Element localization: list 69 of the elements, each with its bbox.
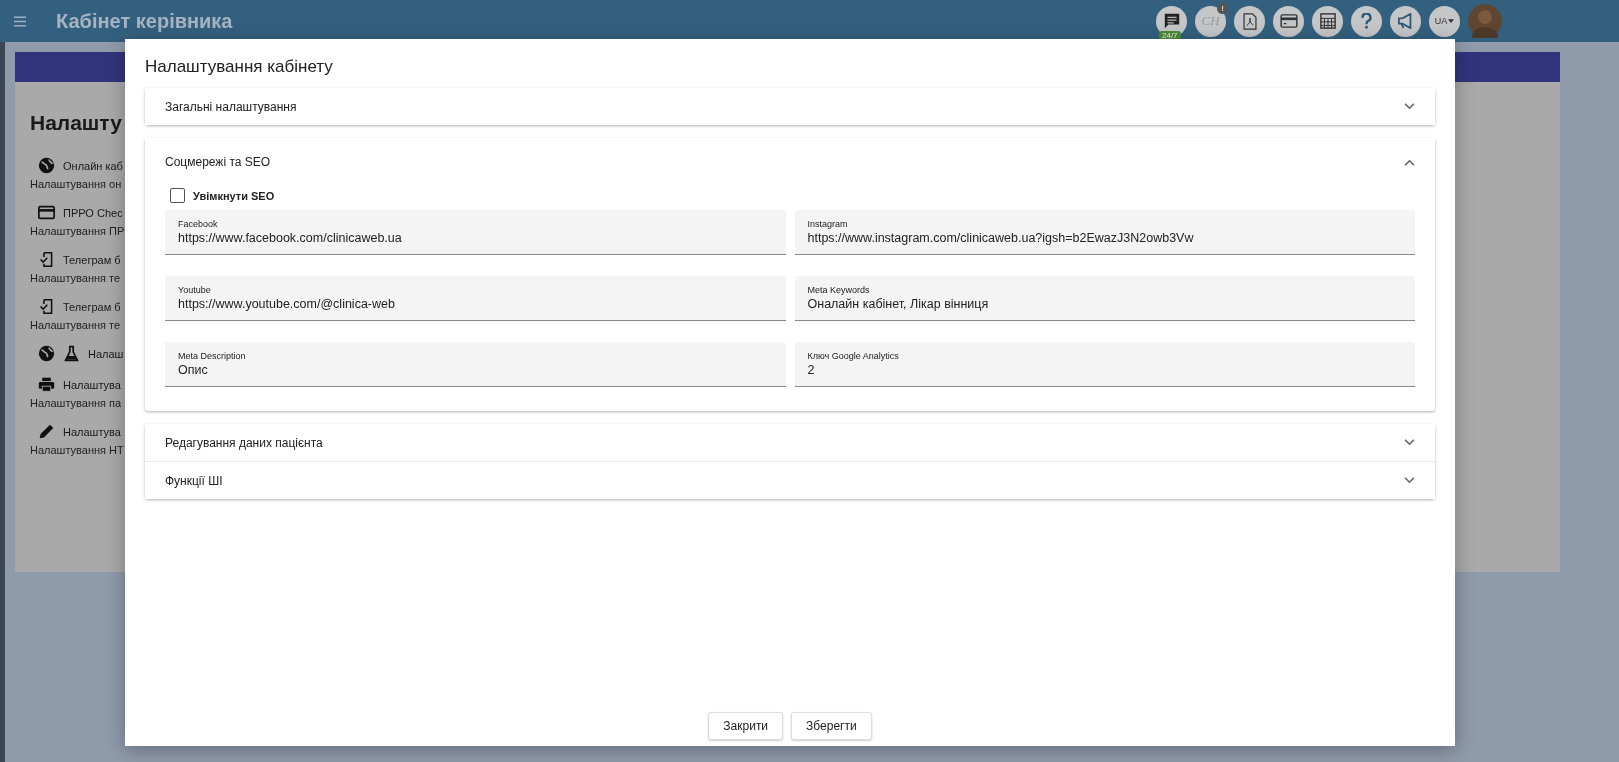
dialog-button[interactable]: Закрити [708, 712, 784, 740]
card-icon [1279, 14, 1298, 28]
chevron-icon [1404, 158, 1415, 166]
card-button[interactable] [1273, 5, 1304, 37]
field-label: Meta Keywords [807, 285, 871, 295]
help-button[interactable] [1351, 5, 1382, 37]
dialog-title: Налаштування кабінету [145, 57, 334, 77]
text-field[interactable]: Meta Description Опис [165, 342, 786, 387]
field-label: Facebook [178, 219, 219, 229]
accordion-header[interactable]: Функції ШІ [145, 462, 1435, 499]
field-value: https://www.facebook.com/clinicaweb.ua [178, 231, 403, 245]
caret-icon [1448, 19, 1455, 23]
globe-icon [38, 345, 55, 362]
calculator-button[interactable] [1312, 5, 1343, 37]
language-button[interactable]: UA [1429, 5, 1460, 37]
accordion-header[interactable]: Соцмережі та SEO [145, 138, 1435, 186]
card-icon [38, 204, 55, 221]
setting-title: Телеграм б [63, 300, 121, 313]
text-field[interactable]: Youtube https://www.youtube.com/@clinica-web [165, 276, 786, 321]
accordion-header[interactable]: Редагування даних пацієнта [145, 424, 1435, 461]
setting-description: Налаштування те [30, 319, 121, 331]
checkbox-label: Увімкнути SEO [193, 189, 275, 202]
accordion-header[interactable]: Загальні налаштування [145, 88, 1435, 125]
text-field[interactable]: Instagram https://www.instagram.com/clinicaweb.ua?igsh=b2EwazJ3N2owb3Vw [794, 210, 1415, 255]
text-field[interactable]: Facebook https://www.facebook.com/clinicaweb.ua [165, 210, 786, 255]
checkbox[interactable] [170, 188, 185, 203]
field-value: https://www.instagram.com/clinicaweb.ua?igsh=b2EwazJ3N2owb3Vw [807, 231, 1195, 245]
phone-check-icon [38, 251, 55, 268]
field-label: Instagram [807, 219, 849, 229]
alert-badge: ! [1217, 2, 1228, 14]
setting-title: Онлайн каб [63, 159, 123, 172]
support-badge: 24/7 [1159, 30, 1181, 40]
setting-title: Налаштува [63, 425, 121, 438]
field-value: https://www.youtube.com/@clinica-web [178, 297, 396, 311]
flask-icon [63, 345, 80, 362]
calculator-icon [1319, 13, 1336, 29]
field-label: Meta Description [178, 351, 247, 361]
setting-description: Налаштування он [30, 178, 122, 190]
setting-description: Налаштування те [30, 272, 121, 284]
field-value: Опис [178, 363, 209, 377]
text-field[interactable]: Ключ Google Analytics 2 [794, 342, 1415, 387]
setting-title: ПРРО Chec [63, 206, 123, 219]
field-label: Youtube [178, 285, 212, 295]
pdf-button[interactable] [1234, 5, 1265, 37]
megaphone-button[interactable] [1390, 5, 1421, 37]
setting-description: Налаштування НТ [30, 444, 124, 456]
field-value: 2 [807, 363, 816, 377]
field-value: Оналайн кабінет, Лікар вінниця [807, 297, 990, 311]
chat-icon [1162, 12, 1181, 30]
help-icon [1361, 13, 1372, 29]
chevron-icon [1404, 439, 1415, 446]
setting-description: Налаштування па [30, 397, 122, 409]
menu-icon[interactable] [14, 15, 26, 27]
pdf-icon [1242, 12, 1257, 30]
pencil-icon [38, 423, 55, 440]
chevron-icon [1404, 103, 1415, 110]
setting-title: Налаш [88, 347, 124, 360]
setting-title: Налаштува [63, 378, 121, 391]
setting-title: Телеграм б [63, 253, 121, 266]
page-heading: Налашту [30, 111, 123, 135]
app-title: Кабінет керівника [56, 9, 233, 33]
field-label: Ключ Google Analytics [807, 351, 900, 361]
printer-icon [38, 376, 55, 393]
phone-check-icon [38, 298, 55, 315]
setting-description: Налаштування ПР [30, 225, 125, 237]
globe-icon [38, 157, 55, 174]
dialog-button[interactable]: Зберегти [791, 712, 872, 740]
text-field[interactable]: Meta Keywords Оналайн кабінет, Лікар вінниця [794, 276, 1415, 321]
chevron-icon [1404, 477, 1415, 484]
